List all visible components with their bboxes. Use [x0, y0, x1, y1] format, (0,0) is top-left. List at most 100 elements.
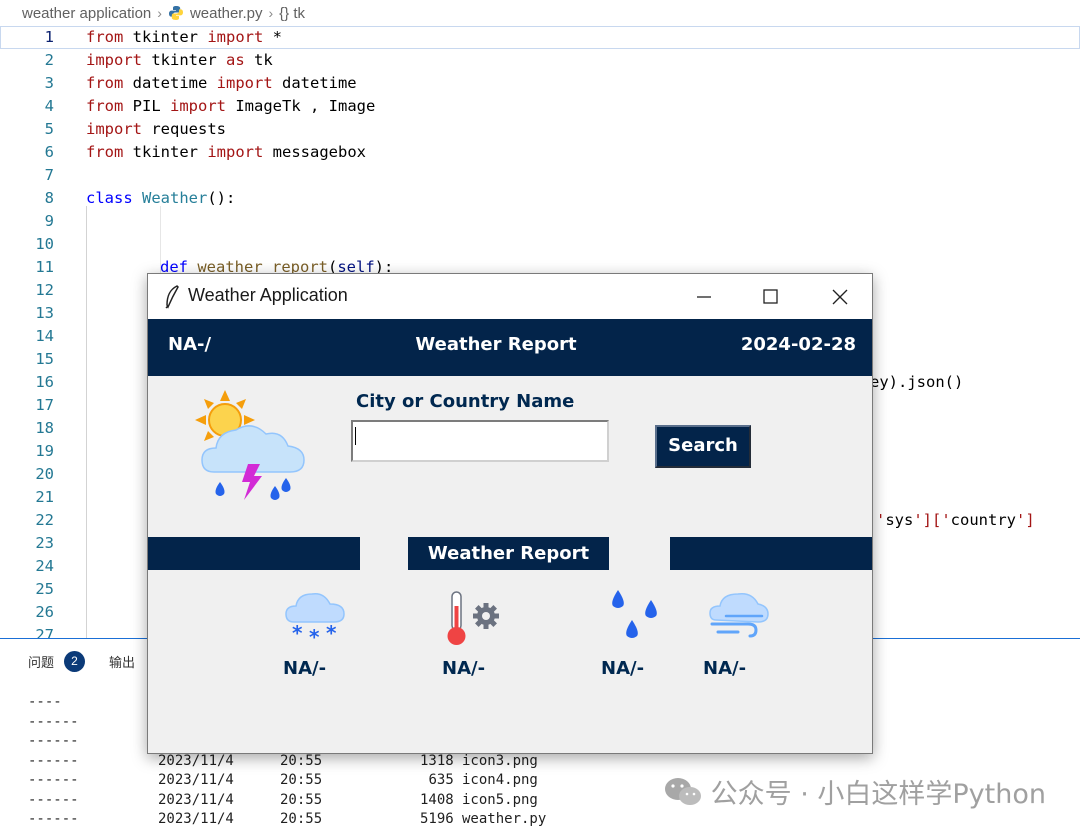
svg-text:*: * — [326, 621, 337, 645]
tab-problems[interactable]: 问题 — [28, 652, 54, 671]
thermometer-gear-icon — [447, 591, 499, 645]
chevron-right-icon: › — [268, 5, 274, 21]
terminal-dash: ------ — [28, 752, 79, 769]
line-number: 19 — [35, 442, 54, 460]
terminal-line: ------ 2023/11/4 20:55 1408 icon5.png — [28, 791, 628, 811]
text-caret — [355, 427, 356, 445]
snow-value: NA/- — [283, 658, 327, 679]
terminal-time: 20:55 — [280, 811, 323, 827]
city-input[interactable] — [351, 420, 609, 462]
water-drops-icon — [612, 590, 657, 638]
svg-text:*: * — [292, 621, 303, 645]
terminal-time: 20:55 — [280, 772, 323, 788]
line-number: 7 — [44, 166, 54, 184]
line-number: 18 — [35, 419, 54, 437]
terminal-dash: ------ — [28, 791, 79, 808]
weather-app-window: Weather Application NA-/ Weather Report … — [147, 273, 873, 754]
maximize-button[interactable] — [747, 274, 793, 319]
section-title: Weather Report — [408, 537, 609, 570]
app-header: NA-/ Weather Report 2024-02-28 — [148, 319, 872, 376]
line-number: 26 — [35, 603, 54, 621]
breadcrumb: weather application › weather.py › {} tk — [0, 0, 1080, 26]
minimize-button[interactable] — [681, 274, 727, 319]
search-button[interactable]: Search — [655, 425, 751, 468]
code-text: ey).json() — [870, 373, 964, 391]
close-button[interactable] — [817, 274, 863, 319]
terminal-name: icon3.png — [462, 752, 538, 769]
city-label: City or Country Name — [356, 391, 575, 412]
code-line[interactable]: 8 class Weather(): — [0, 187, 1080, 210]
terminal-size: 1318 — [420, 752, 454, 769]
wind-value: NA/- — [703, 658, 747, 679]
problems-count-badge: 2 — [64, 651, 86, 672]
code-line[interactable]: 7 — [0, 164, 1080, 187]
terminal-dash: ---- — [28, 694, 62, 710]
tab-output[interactable]: 输出 — [109, 652, 135, 671]
terminal-time: 20:55 — [280, 791, 323, 808]
code-line[interactable]: 9 — [0, 210, 1080, 233]
line-number: 25 — [35, 580, 54, 598]
svg-text:*: * — [309, 625, 320, 646]
section-bar-right — [670, 537, 872, 570]
code-line[interactable]: 2 import tkinter as tk — [0, 49, 1080, 72]
window-title: Weather Application — [188, 285, 348, 305]
wind-cloud-icon — [709, 592, 769, 638]
terminal-dash: ------ — [28, 733, 79, 749]
terminal-dash: ------ — [28, 811, 79, 827]
line-number: 5 — [44, 120, 54, 138]
terminal-date: 2023/11/4 — [158, 752, 234, 769]
code-text: from datetime import datetime — [86, 74, 357, 92]
line-number: 1 — [44, 28, 54, 46]
code-line[interactable]: 5 import requests — [0, 118, 1080, 141]
temperature-value: NA/- — [442, 658, 486, 679]
window-titlebar[interactable]: Weather Application — [148, 274, 872, 319]
terminal-date: 2023/11/4 — [158, 811, 234, 827]
code-text: import tkinter as tk — [86, 51, 273, 69]
line-number: 9 — [44, 212, 54, 230]
line-number: 12 — [35, 281, 54, 299]
code-line[interactable]: 4 from PIL import ImageTk , Image — [0, 95, 1080, 118]
terminal-size: 1408 — [420, 791, 454, 808]
terminal-name: icon4.png — [462, 772, 538, 788]
breadcrumb-file[interactable]: weather.py — [190, 5, 263, 22]
panel-tabs: 问题 2 输出 — [28, 651, 135, 672]
python-file-icon — [168, 6, 183, 20]
line-number: 11 — [35, 258, 54, 276]
breadcrumb-symbol[interactable]: {} tk — [279, 5, 305, 22]
close-icon — [832, 289, 848, 305]
line-number: 21 — [35, 488, 54, 506]
feather-icon — [165, 285, 179, 309]
code-text: class Weather(): — [86, 189, 236, 207]
terminal-line: ------ 2023/11/4 20:55 1318 icon3.png — [28, 752, 628, 772]
line-number: 14 — [35, 327, 54, 345]
code-line[interactable]: 10 — [0, 233, 1080, 256]
code-line[interactable]: 6 from tkinter import messagebox — [0, 141, 1080, 164]
line-number: 15 — [35, 350, 54, 368]
terminal-date: 2023/11/4 — [158, 791, 234, 808]
date-label: 2024-02-28 — [740, 334, 856, 355]
line-number: 20 — [35, 465, 54, 483]
watermark: 公众号 · 小白这样学Python — [663, 772, 1046, 811]
terminal-dash: ------ — [28, 713, 79, 730]
line-number: 24 — [35, 557, 54, 575]
terminal-name: icon5.png — [462, 791, 538, 808]
header-title: Weather Report — [415, 334, 577, 355]
line-number: 16 — [35, 373, 54, 391]
line-number: 23 — [35, 534, 54, 552]
code-text: import requests — [86, 120, 226, 138]
breadcrumb-folder[interactable]: weather application — [22, 5, 151, 22]
minimize-icon — [697, 296, 711, 298]
line-number: 4 — [44, 97, 54, 115]
weather-logo-icon — [195, 390, 305, 500]
section-bar-left — [148, 537, 360, 570]
code-text: from tkinter import messagebox — [86, 143, 366, 161]
snow-cloud-icon: * * * — [285, 592, 345, 646]
terminal-name: weather.py — [462, 811, 547, 827]
line-number: 13 — [35, 304, 54, 322]
line-number: 10 — [35, 235, 54, 253]
humidity-value: NA/- — [601, 658, 645, 679]
wechat-icon — [664, 777, 701, 805]
code-line[interactable]: 1 from tkinter import * — [0, 26, 1080, 49]
code-line[interactable]: 3 from datetime import datetime — [0, 72, 1080, 95]
terminal-line: ------ 2023/11/4 20:55 635 icon4.png — [28, 771, 628, 791]
